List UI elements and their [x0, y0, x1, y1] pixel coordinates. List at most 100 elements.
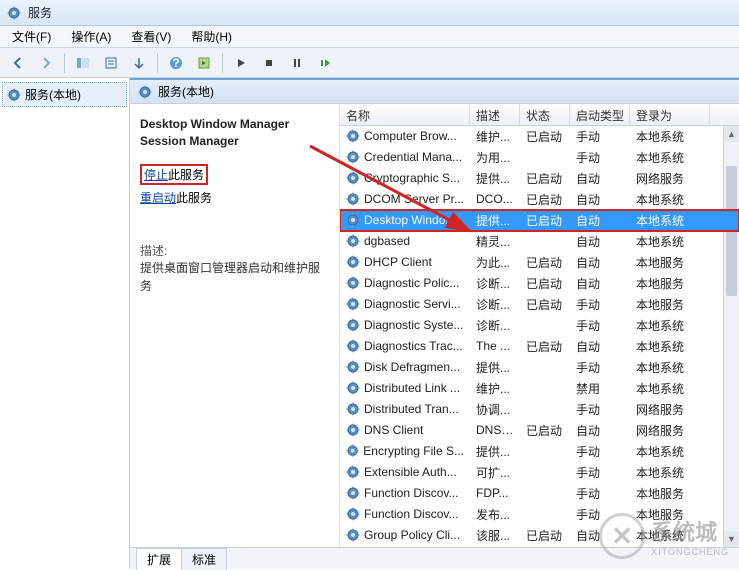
menu-action[interactable]: 操作(A)	[63, 26, 119, 47]
service-desc-cell: 提供...	[470, 359, 520, 376]
forward-button[interactable]	[34, 51, 58, 75]
column-status[interactable]: 状态	[520, 104, 570, 125]
selected-service-title: Desktop Window Manager Session Manager	[140, 116, 329, 150]
service-name-cell: Function Discov...	[364, 507, 458, 521]
service-row[interactable]: Diagnostic Servi...诊断...已启动手动本地服务	[340, 294, 739, 315]
stop-service-link[interactable]: 停止	[144, 168, 168, 182]
service-row[interactable]: Desktop Windo...提供...已启动自动本地系统	[340, 210, 739, 231]
service-row[interactable]: dgbased精灵...自动本地系统	[340, 231, 739, 252]
service-row[interactable]: Credential Mana...为用...手动本地系统	[340, 147, 739, 168]
menu-file[interactable]: 文件(F)	[4, 26, 59, 47]
service-desc-cell: 提供...	[470, 212, 520, 229]
service-name-cell: Computer Brow...	[364, 129, 457, 143]
right-header-label: 服务(本地)	[158, 83, 214, 100]
service-row[interactable]: Diagnostic Polic...诊断...已启动自动本地服务	[340, 273, 739, 294]
service-name-cell: Distributed Tran...	[364, 402, 459, 416]
service-start-cell: 自动	[570, 275, 630, 292]
service-row[interactable]: Function Discov...发布...手动本地服务	[340, 504, 739, 525]
column-logon-as[interactable]: 登录为	[630, 104, 710, 125]
show-tree-button[interactable]	[71, 51, 95, 75]
service-row[interactable]: Extensible Auth...可扩...手动本地系统	[340, 462, 739, 483]
restart-service-link[interactable]: 重启动	[140, 191, 176, 205]
scroll-up-button[interactable]: ▲	[724, 126, 739, 142]
service-row[interactable]: Disk Defragmen...提供...手动本地系统	[340, 357, 739, 378]
tab-extended[interactable]: 扩展	[136, 548, 182, 570]
tab-standard[interactable]: 标准	[181, 548, 227, 570]
service-name-cell: DCOM Server Pr...	[364, 192, 464, 206]
service-name-cell: Disk Defragmen...	[364, 360, 460, 374]
service-row[interactable]: Computer Brow...维护...已启动手动本地系统	[340, 126, 739, 147]
vertical-scrollbar[interactable]: ▲ ▼	[723, 126, 739, 547]
gear-icon	[346, 150, 360, 164]
service-start-cell: 手动	[570, 128, 630, 145]
gear-icon	[346, 423, 360, 437]
toolbar: ?	[0, 48, 739, 78]
gear-icon	[346, 192, 360, 206]
stop-service-row: 停止此服务	[140, 164, 329, 185]
back-button[interactable]	[6, 51, 30, 75]
column-name[interactable]: 名称	[340, 104, 470, 125]
service-name-cell: Distributed Link ...	[364, 381, 460, 395]
menu-help[interactable]: 帮助(H)	[183, 26, 240, 47]
start-service-button[interactable]	[229, 51, 253, 75]
service-status-cell: 已启动	[520, 527, 570, 544]
service-start-cell: 自动	[570, 422, 630, 439]
service-desc-cell: 诊断...	[470, 275, 520, 292]
service-status-cell: 已启动	[520, 191, 570, 208]
service-desc-cell: 发布...	[470, 506, 520, 523]
gear-icon	[346, 339, 360, 353]
service-name-cell: Credential Mana...	[364, 150, 462, 164]
service-row[interactable]: Diagnostic Syste...诊断...手动本地系统	[340, 315, 739, 336]
column-desc[interactable]: 描述	[470, 104, 520, 125]
restart-service-button[interactable]	[313, 51, 337, 75]
service-row[interactable]: DNS ClientDNS ...已启动自动网络服务	[340, 420, 739, 441]
service-name-cell: Function Discov...	[364, 486, 458, 500]
service-logon-cell: 本地系统	[630, 338, 710, 355]
gear-icon	[346, 528, 360, 542]
service-logon-cell: 本地系统	[630, 527, 710, 544]
stop-service-button[interactable]	[257, 51, 281, 75]
service-row[interactable]: DHCP Client为此...已启动自动本地服务	[340, 252, 739, 273]
service-desc-cell: 诊断...	[470, 296, 520, 313]
service-status-cell: 已启动	[520, 338, 570, 355]
service-name-cell: DNS Client	[364, 423, 423, 437]
service-row[interactable]: Distributed Tran...协调...手动网络服务	[340, 399, 739, 420]
service-name-cell: Desktop Windo...	[364, 213, 455, 227]
tree-item-services-local[interactable]: 服务(本地)	[2, 82, 127, 107]
service-logon-cell: 本地服务	[630, 296, 710, 313]
service-row[interactable]: Cryptographic S...提供...已启动自动网络服务	[340, 168, 739, 189]
column-start-type[interactable]: 启动类型	[570, 104, 630, 125]
list-pane: 名称 描述 状态 启动类型 登录为 Computer Brow...维护...已…	[340, 104, 739, 547]
gear-icon	[346, 486, 360, 500]
export-button[interactable]	[127, 51, 151, 75]
service-row[interactable]: Group Policy Cli...该服...已启动自动本地系统	[340, 525, 739, 546]
properties-button[interactable]	[99, 51, 123, 75]
service-row[interactable]: DCOM Server Pr...DCO...已启动自动本地系统	[340, 189, 739, 210]
service-start-cell: 手动	[570, 506, 630, 523]
service-start-cell: 手动	[570, 443, 630, 460]
refresh-button[interactable]	[192, 51, 216, 75]
service-name-cell: Cryptographic S...	[364, 171, 460, 185]
menu-view[interactable]: 查看(V)	[123, 26, 179, 47]
right-pane: 服务(本地) Desktop Window Manager Session Ma…	[130, 78, 739, 569]
help-button[interactable]: ?	[164, 51, 188, 75]
service-row[interactable]: Encrypting File S...提供...手动本地系统	[340, 441, 739, 462]
restart-service-row: 重启动此服务	[140, 189, 329, 206]
gear-icon	[346, 171, 360, 185]
service-row[interactable]: Diagnostics Trac...The ...已启动自动本地系统	[340, 336, 739, 357]
scroll-down-button[interactable]: ▼	[724, 531, 739, 547]
gear-icon	[346, 318, 360, 332]
gear-icon	[346, 276, 360, 290]
service-name-cell: Diagnostic Polic...	[364, 276, 459, 290]
service-logon-cell: 网络服务	[630, 401, 710, 418]
service-status-cell: 已启动	[520, 212, 570, 229]
service-row[interactable]: Function Discov...FDP...手动本地服务	[340, 483, 739, 504]
description-body: 提供桌面窗口管理器启动和维护服务	[140, 259, 329, 295]
service-logon-cell: 本地服务	[630, 485, 710, 502]
svg-text:?: ?	[172, 56, 179, 70]
service-logon-cell: 本地系统	[630, 464, 710, 481]
service-logon-cell: 本地服务	[630, 254, 710, 271]
pause-service-button[interactable]	[285, 51, 309, 75]
scrollbar-thumb[interactable]	[726, 166, 737, 296]
service-row[interactable]: Distributed Link ...维护...禁用本地系统	[340, 378, 739, 399]
